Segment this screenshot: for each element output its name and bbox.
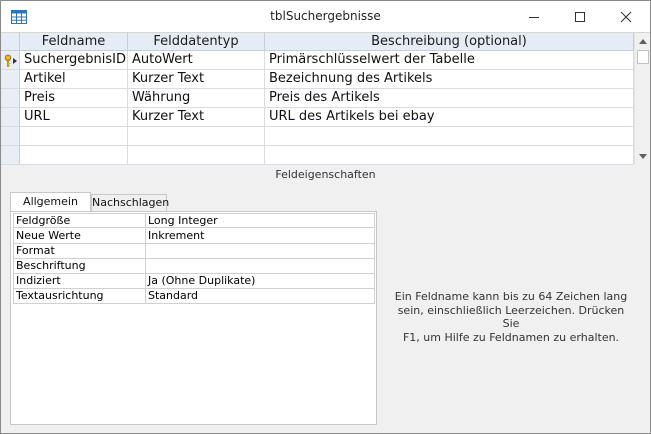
row-selector[interactable] [1, 89, 20, 108]
table-row[interactable]: URL Kurzer Text URL des Artikels bei eba… [1, 108, 634, 127]
help-text-line: F1, um Hilfe zu Feldnamen zu erhalten. [402, 330, 620, 344]
row-selector[interactable] [1, 70, 20, 89]
column-header-data-type[interactable]: Felddatentyp [128, 33, 265, 51]
column-header-description[interactable]: Beschreibung (optional) [265, 33, 634, 51]
field-design-grid-area: Feldname Felddatentyp Beschreibung (opti… [1, 32, 650, 165]
property-value[interactable] [146, 244, 375, 259]
title-bar: tblSuchergebnisse [1, 1, 650, 32]
table-row[interactable] [1, 127, 634, 146]
property-name: Neue Werte [13, 229, 146, 244]
scrollbar-thumb[interactable] [637, 50, 649, 64]
grid-vertical-scrollbar[interactable] [634, 33, 650, 164]
property-row[interactable]: Format [13, 244, 375, 259]
field-name-cell[interactable] [20, 127, 128, 146]
description-cell[interactable] [265, 127, 634, 146]
field-properties-panel: Feldgröße Long Integer Neue Werte Inkrem… [10, 211, 377, 425]
property-name: Textausrichtung [13, 289, 146, 304]
property-name: Feldgröße [13, 213, 146, 228]
property-row[interactable]: Beschriftung [13, 259, 375, 274]
table-row[interactable] [1, 146, 634, 165]
field-name-cell[interactable] [20, 146, 128, 165]
property-name: Indiziert [13, 274, 146, 289]
data-type-cell[interactable]: Währung [128, 89, 265, 108]
primary-key-icon [3, 53, 18, 67]
table-design-window: tblSuchergebnisse Feldname Felddatentyp … [0, 0, 651, 434]
help-text-line: sein, einschließlich Leerzeichen. Drücke… [397, 303, 625, 331]
table-row[interactable]: SuchergebnisID AutoWert Primärschlüsselw… [1, 51, 634, 70]
table-row[interactable]: Preis Währung Preis des Artikels [1, 89, 634, 108]
maximize-button[interactable] [557, 1, 603, 32]
data-type-cell[interactable]: Kurzer Text [128, 70, 265, 89]
tab-lookup[interactable]: Nachschlagen [91, 194, 169, 211]
row-selector[interactable] [1, 127, 20, 146]
field-name-cell[interactable]: URL [20, 108, 128, 127]
property-value[interactable]: Inkrement [146, 229, 375, 244]
description-cell[interactable]: URL des Artikels bei ebay [265, 108, 634, 127]
scroll-up-arrow-icon[interactable] [635, 33, 650, 49]
data-type-cell[interactable]: Kurzer Text [128, 108, 265, 127]
property-row[interactable]: Feldgröße Long Integer [13, 213, 375, 228]
description-cell[interactable]: Bezeichnung des Artikels [265, 70, 634, 89]
property-name: Beschriftung [13, 259, 146, 274]
help-text: Ein Feldname kann bis zu 64 Zeichen lang… [389, 290, 633, 344]
property-value[interactable]: Ja (Ohne Duplikate) [146, 274, 375, 289]
property-row[interactable]: Textausrichtung Standard [13, 289, 375, 304]
table-row[interactable]: Artikel Kurzer Text Bezeichnung des Arti… [1, 70, 634, 89]
row-selector[interactable] [1, 51, 20, 70]
scroll-down-arrow-icon[interactable] [635, 148, 650, 164]
help-text-line: Ein Feldname kann bis zu 64 Zeichen lang [394, 290, 628, 303]
property-value[interactable] [146, 259, 375, 274]
close-button[interactable] [603, 1, 649, 32]
field-design-grid: Feldname Felddatentyp Beschreibung (opti… [1, 33, 634, 165]
field-name-cell[interactable]: Preis [20, 89, 128, 108]
data-type-cell[interactable]: AutoWert [128, 51, 265, 70]
data-type-cell[interactable] [128, 146, 265, 165]
description-cell[interactable]: Primärschlüsselwert der Tabelle [265, 51, 634, 70]
minimize-button[interactable] [511, 1, 557, 32]
property-row[interactable]: Neue Werte Inkrement [13, 229, 375, 244]
property-row[interactable]: Indiziert Ja (Ohne Duplikate) [13, 274, 375, 289]
row-selector[interactable] [1, 146, 20, 165]
grid-corner[interactable] [1, 33, 20, 51]
description-cell[interactable] [265, 146, 634, 165]
field-name-cell[interactable]: Artikel [20, 70, 128, 89]
property-value[interactable]: Long Integer [146, 213, 375, 228]
property-value[interactable]: Standard [146, 289, 375, 304]
data-type-cell[interactable] [128, 127, 265, 146]
tab-general[interactable]: Allgemein [10, 192, 91, 212]
row-selector[interactable] [1, 108, 20, 127]
column-header-field-name[interactable]: Feldname [20, 33, 128, 51]
field-properties-label: Feldeigenschaften [275, 168, 376, 181]
description-cell[interactable]: Preis des Artikels [265, 89, 634, 108]
property-name: Format [13, 244, 146, 259]
field-name-cell[interactable]: SuchergebnisID [20, 51, 128, 70]
